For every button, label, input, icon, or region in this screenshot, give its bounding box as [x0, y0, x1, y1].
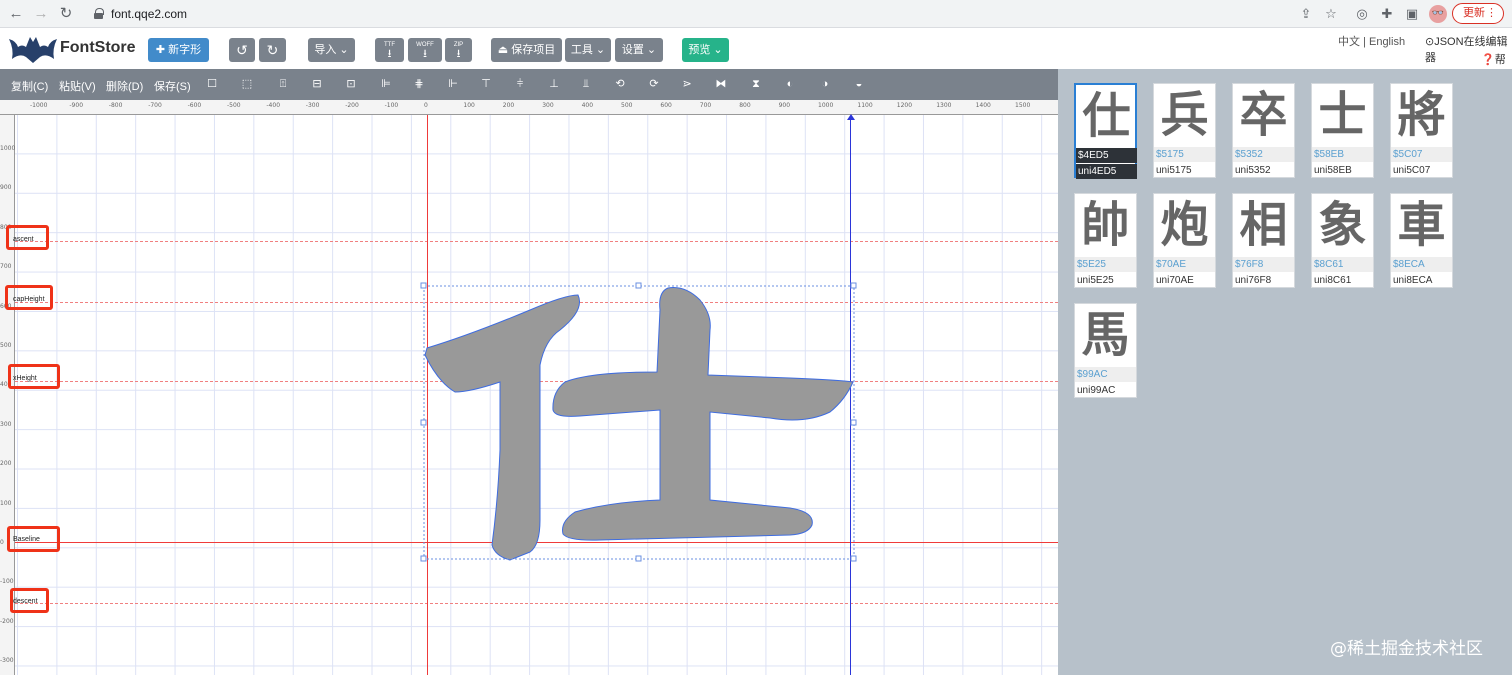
glyph-name: uni5C07 — [1393, 165, 1431, 176]
lang-zh-link[interactable]: 中文 — [1338, 36, 1360, 48]
glyph-list-panel: 仕 $4ED5 uni4ED5 兵 $5175 uni5175 卒 $5352 uni5352 士… — [1058, 69, 1512, 675]
glyph-card[interactable]: 車 $8ECA uni8ECA — [1390, 193, 1453, 288]
glyph-stroke-right — [552, 287, 854, 541]
update-label: 更新 — [1463, 7, 1485, 19]
glyph-preview: 仕 — [1082, 88, 1131, 144]
glyph-card[interactable]: 相 $76F8 uni76F8 — [1232, 193, 1295, 288]
glyph-code: $4ED5 — [1076, 148, 1137, 163]
glyph-preview: 士 — [1318, 87, 1367, 143]
handle-top-left[interactable] — [420, 282, 427, 289]
help-icon: ❓ — [1481, 54, 1495, 66]
glyph-code: $5175 — [1154, 147, 1215, 162]
share-icon[interactable]: ⇪ — [1297, 5, 1315, 23]
handle-bottom-right[interactable] — [850, 555, 857, 562]
glyph-card[interactable]: 將 $5C07 uni5C07 — [1390, 83, 1453, 178]
glyph-name: uni5175 — [1156, 165, 1192, 176]
glyph-preview: 卒 — [1239, 87, 1288, 143]
handle-right[interactable] — [850, 419, 857, 426]
glyph-name: uni4ED5 — [1076, 164, 1137, 179]
glyph-card[interactable]: 炮 $70AE uni70AE — [1153, 193, 1216, 288]
glyph-code: $5352 — [1233, 147, 1294, 162]
side-panel-icon[interactable]: ▣ — [1403, 5, 1421, 23]
glyph-name: uni5352 — [1235, 165, 1271, 176]
language-switcher: 中文 | English — [1338, 33, 1405, 49]
glyph-name: uni70AE — [1156, 275, 1194, 286]
glyph-code: $76F8 — [1233, 257, 1294, 272]
glyph-name: uni8ECA — [1393, 275, 1433, 286]
glyph-card[interactable]: 士 $58EB uni58EB — [1311, 83, 1374, 178]
lang-separator: | — [1363, 36, 1366, 48]
glyph-card[interactable]: 帥 $5E25 uni5E25 — [1074, 193, 1137, 288]
glyph-code: $5C07 — [1391, 147, 1452, 162]
handle-left[interactable] — [420, 419, 427, 426]
glyph-preview: 馬 — [1081, 307, 1130, 363]
glyph-card[interactable]: 仕 $4ED5 uni4ED5 — [1074, 83, 1137, 179]
glyph-preview: 炮 — [1160, 197, 1209, 253]
handle-bottom-left[interactable] — [420, 555, 427, 562]
glyph-card[interactable]: 卒 $5352 uni5352 — [1232, 83, 1295, 178]
glyph-code: $70AE — [1154, 257, 1215, 272]
glyph-card[interactable]: 象 $8C61 uni8C61 — [1311, 193, 1374, 288]
glyph-code: $5E25 — [1075, 257, 1136, 272]
glyph-name: uni99AC — [1077, 385, 1116, 396]
lang-en-link[interactable]: English — [1369, 36, 1405, 48]
extensions-puzzle-icon[interactable]: ✚ — [1378, 5, 1396, 23]
glyph-name: uni5E25 — [1077, 275, 1114, 286]
update-button[interactable]: 更新 ⋮ — [1452, 3, 1504, 24]
glyph-code: $99AC — [1075, 367, 1136, 382]
glyph-card[interactable]: 馬 $99AC uni99AC — [1074, 303, 1137, 398]
glyph-name: uni76F8 — [1235, 275, 1272, 286]
github-icon: ⊙ — [1425, 36, 1435, 48]
glyph-name: uni58EB — [1314, 165, 1352, 176]
glyph-preview: 將 — [1397, 87, 1446, 143]
glyph-code: $8C61 — [1312, 257, 1373, 272]
glyph-code: $58EB — [1312, 147, 1373, 162]
more-menu-icon: ⋮ — [1486, 7, 1497, 19]
extension-circle-icon[interactable]: ◎ — [1353, 5, 1371, 23]
watermark: @稀土掘金技术社区 — [1330, 639, 1483, 659]
glyph-preview: 帥 — [1081, 197, 1130, 253]
glyph-code: $8ECA — [1391, 257, 1452, 272]
glyph-preview: 車 — [1397, 197, 1446, 253]
glyph-preview: 相 — [1239, 197, 1288, 253]
glyph-card[interactable]: 兵 $5175 uni5175 — [1153, 83, 1216, 178]
glyph-name: uni8C61 — [1314, 275, 1352, 286]
profile-avatar[interactable]: 👓 — [1429, 5, 1447, 23]
glyph-outline[interactable] — [0, 0, 1058, 675]
glyph-stroke-left — [424, 294, 580, 561]
bookmark-star-icon[interactable]: ☆ — [1322, 5, 1340, 23]
handle-top-right[interactable] — [850, 282, 857, 289]
glyph-preview: 兵 — [1160, 87, 1209, 143]
glyph-preview: 象 — [1318, 197, 1367, 253]
handle-bottom[interactable] — [635, 555, 642, 562]
handle-top[interactable] — [635, 282, 642, 289]
